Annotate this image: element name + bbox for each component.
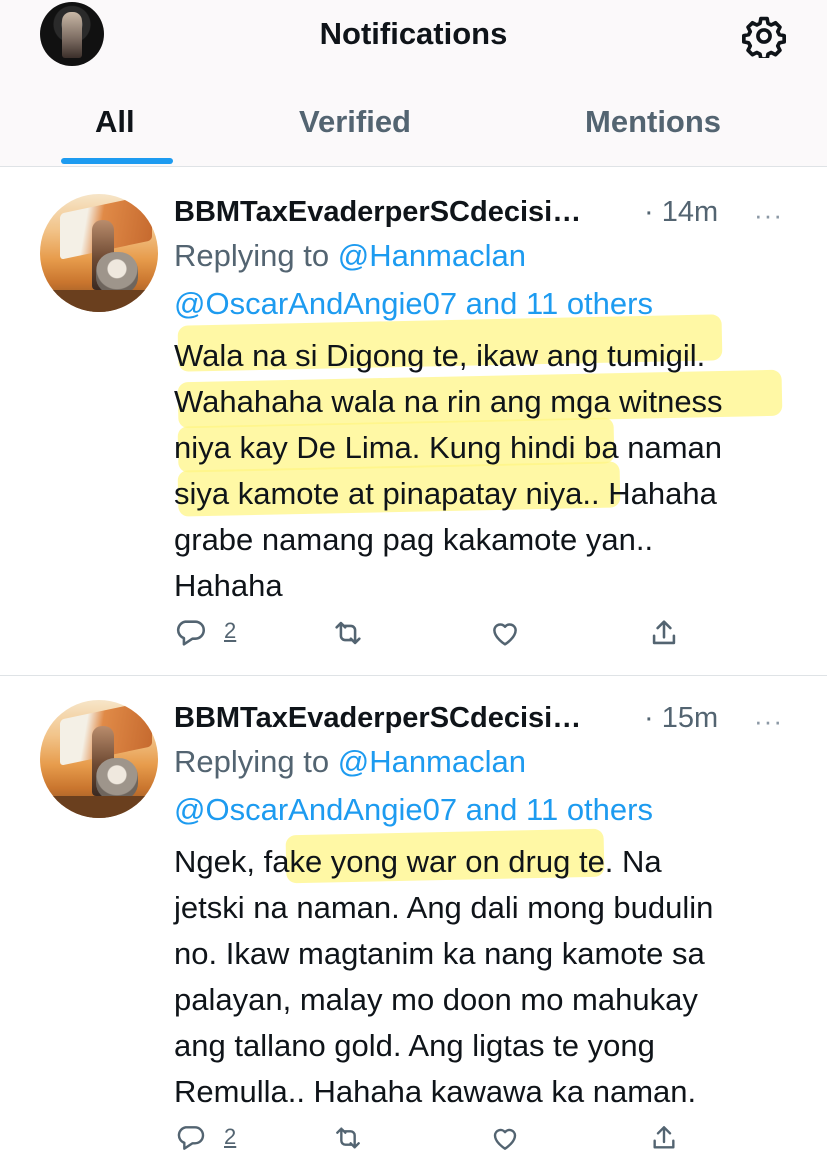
retweet-icon[interactable] xyxy=(330,1122,366,1154)
reply-icon[interactable] xyxy=(174,616,208,650)
display-name[interactable]: BBMTaxEvaderperSCdecisi… xyxy=(174,196,581,229)
reply-count[interactable]: 2 xyxy=(224,618,236,644)
tweet-text-line: Ngek, fake yong war on drug te. Na xyxy=(174,844,662,879)
tweet-text-line: Remulla.. Hahaha kawawa ka naman. xyxy=(174,1074,697,1109)
mention-link[interactable]: @Hanmaclan xyxy=(338,744,526,779)
tweet-card[interactable]: BBMTaxEvaderperSCdecisi… · 15m ··· Reply… xyxy=(0,676,827,1154)
tab-verified[interactable]: Verified xyxy=(299,104,411,140)
retweet-icon[interactable] xyxy=(330,616,366,650)
tweet-text-line: ang tallano gold. Ang ligtas te yong xyxy=(174,1028,655,1063)
top-bar: Notifications All Verified Mentions xyxy=(0,0,827,166)
replying-to: Replying to @Hanmaclan xyxy=(174,744,526,779)
user-avatar[interactable] xyxy=(40,194,158,312)
mention-link[interactable]: @Hanmaclan xyxy=(338,238,526,273)
share-icon[interactable] xyxy=(647,616,681,650)
tweet-actions: 2 xyxy=(0,616,827,660)
more-icon[interactable]: ··· xyxy=(754,200,783,231)
user-avatar[interactable] xyxy=(40,700,158,818)
like-icon[interactable] xyxy=(488,1122,522,1154)
tweet-text-line: Hahaha xyxy=(174,568,283,603)
timestamp[interactable]: · 14m xyxy=(644,196,718,229)
tweet-text-line: no. Ikaw magtanim ka nang kamote sa xyxy=(174,936,705,971)
display-name[interactable]: BBMTaxEvaderperSCdecisi… xyxy=(174,702,581,735)
reply-count[interactable]: 2 xyxy=(224,1124,236,1150)
replying-to: Replying to @Hanmaclan xyxy=(174,238,526,273)
tab-all[interactable]: All xyxy=(95,104,135,140)
reply-icon[interactable] xyxy=(174,1122,208,1154)
tweet-text-line: grabe namang pag kakamote yan.. xyxy=(174,522,654,557)
tweet-actions: 2 xyxy=(0,1122,827,1166)
gear-icon[interactable] xyxy=(742,14,786,58)
notification-tabs: All Verified Mentions xyxy=(0,88,827,166)
mention-link[interactable]: @OscarAndAngie07 and 11 others xyxy=(174,792,653,828)
share-icon[interactable] xyxy=(647,1122,681,1154)
tweet-text-line: siya kamote at pinapatay niya.. Hahaha xyxy=(174,476,717,511)
tweet-text-line: Wahahaha wala na rin ang mga witness xyxy=(174,384,723,419)
more-icon[interactable]: ··· xyxy=(754,706,783,737)
tweet-text-line: jetski na naman. Ang dali mong budulin xyxy=(174,890,714,925)
tweet-text-line: palayan, malay mo doon mo mahukay xyxy=(174,982,698,1017)
tweet-text-line: Wala na si Digong te, ikaw ang tumigil. xyxy=(174,338,706,373)
divider xyxy=(0,166,827,167)
tweet-text-line: niya kay De Lima. Kung hindi ba naman xyxy=(174,430,722,465)
tab-mentions[interactable]: Mentions xyxy=(585,104,721,140)
timestamp[interactable]: · 15m xyxy=(644,702,718,735)
active-tab-indicator xyxy=(61,158,173,164)
like-icon[interactable] xyxy=(488,616,522,650)
page-title: Notifications xyxy=(319,16,508,51)
tweet-card[interactable]: BBMTaxEvaderperSCdecisi… · 14m ··· Reply… xyxy=(0,170,827,673)
